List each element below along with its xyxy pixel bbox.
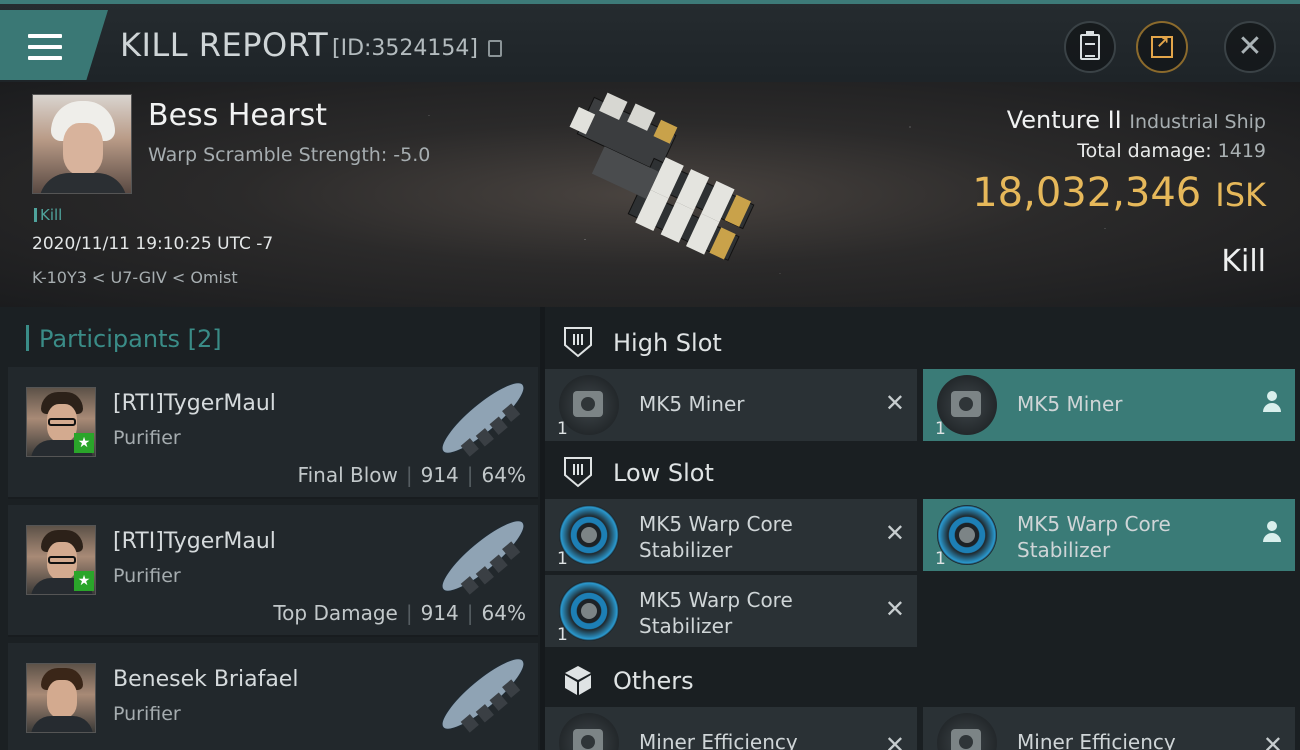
module-quantity: 1 [557, 625, 568, 645]
participant-ship-image [441, 658, 525, 733]
participant-row[interactable]: Benesek Briafael Purifier [8, 643, 538, 750]
module-quantity: 1 [935, 549, 946, 569]
participant-tag: Final Blow [297, 463, 398, 487]
module-quantity: 1 [935, 419, 946, 439]
remove-icon: ✕ [884, 731, 905, 750]
participant-ship-image [441, 382, 525, 457]
high-slot-header: High Slot [545, 311, 1300, 373]
remove-icon: ✕ [1262, 731, 1283, 750]
slot-title: Low Slot [613, 459, 714, 487]
module-quantity: 1 [557, 419, 568, 439]
module-name: MK5 Miner [1017, 392, 1123, 416]
total-damage-label: Total damage: [1077, 140, 1212, 162]
remove-icon: ✕ [884, 595, 905, 623]
copy-icon[interactable] [488, 40, 502, 57]
module-icon [937, 375, 997, 435]
page-title: KILL REPORT [120, 26, 329, 64]
low-slot-header: Low Slot [545, 441, 1300, 503]
victim-name[interactable]: Bess Hearst [148, 98, 327, 133]
module-icon [937, 713, 997, 750]
module-icon [559, 713, 619, 750]
header-bar: KILL REPORT [ID:3524154] ✕ [0, 0, 1300, 82]
clipboard-icon [1080, 31, 1100, 60]
module-quantity: 1 [557, 549, 568, 569]
participant-ship-image [441, 520, 525, 595]
module-name: Miner Efficiency [639, 730, 798, 750]
user-icon [1263, 521, 1281, 545]
module-item[interactable]: 1 MK5 Miner [923, 369, 1295, 441]
module-item[interactable]: Miner Efficiency ✕ [545, 707, 917, 750]
high-slot-icon [564, 327, 592, 358]
kill-location[interactable]: K-10Y3 < U7-GIV < Omist [32, 268, 238, 287]
module-name: MK5 Warp Core Stabilizer [639, 512, 793, 562]
module-item[interactable]: 1 MK5 Warp Core Stabilizer ✕ [545, 499, 917, 571]
participant-percent: 64% [481, 463, 526, 487]
participants-header: Participants [2] [26, 325, 222, 353]
close-button[interactable]: ✕ [1224, 21, 1276, 73]
fitting-panel: High Slot 1 MK5 Miner ✕ 1 MK5 Miner Low … [545, 307, 1300, 750]
kill-datetime: 2020/11/11 19:10:25 UTC -7 [32, 234, 274, 254]
isk-unit: ISK [1215, 176, 1266, 214]
star-icon: ★ [74, 571, 94, 591]
close-icon: ✕ [1237, 29, 1263, 64]
module-name: MK5 Warp Core Stabilizer [1017, 512, 1171, 562]
remove-icon: ✕ [884, 519, 905, 547]
user-icon [1263, 391, 1281, 415]
isk-amount: 18,032,346 [972, 170, 1202, 216]
star-icon: ★ [74, 433, 94, 453]
participants-panel: Participants [2] ★ [RTI]TygerMaul Purifi… [0, 307, 540, 750]
report-id: [ID:3524154] [332, 36, 478, 61]
participant-avatar[interactable] [26, 663, 96, 733]
total-damage-value: 1419 [1217, 140, 1266, 162]
module-icon [559, 505, 619, 565]
participant-row[interactable]: ★ [RTI]TygerMaul Purifier Final Blow | 914… [8, 367, 538, 499]
module-item[interactable]: 1 MK5 Warp Core Stabilizer [923, 499, 1295, 571]
victim-portrait[interactable] [32, 94, 132, 194]
warp-scramble-strength: Warp Scramble Strength: -5.0 [148, 144, 431, 166]
victim-summary: Bess Hearst Warp Scramble Strength: -5.0… [0, 82, 1300, 307]
menu-button[interactable] [0, 10, 108, 80]
module-name: Miner Efficiency [1017, 730, 1176, 750]
share-icon [1151, 33, 1173, 58]
module-name: MK5 Warp Core Stabilizer [639, 588, 793, 638]
low-slot-icon [564, 457, 592, 488]
ship-class-text: Industrial Ship [1129, 111, 1266, 133]
remove-icon: ✕ [884, 389, 905, 417]
ship-name-text: Venture II [1006, 106, 1122, 134]
participant-name[interactable]: Benesek Briafael [113, 667, 298, 692]
participant-stats: Final Blow | 914 | 64% [297, 463, 526, 487]
slot-title: High Slot [613, 329, 722, 357]
participant-ship: Purifier [113, 427, 181, 449]
participant-stats: Top Damage | 914 | 64% [273, 601, 526, 625]
participant-name[interactable]: [RTI]TygerMaul [113, 391, 276, 416]
participant-damage: 914 [420, 463, 459, 487]
module-item[interactable]: 1 MK5 Warp Core Stabilizer ✕ [545, 575, 917, 647]
total-damage: Total damage: 1419 [1077, 140, 1266, 162]
others-header: Others [545, 649, 1300, 711]
module-icon [559, 375, 619, 435]
participant-ship: Purifier [113, 565, 181, 587]
participant-tag: Top Damage [273, 601, 398, 625]
participant-damage: 914 [420, 601, 459, 625]
kill-tag: Kill [34, 206, 62, 224]
victim-ship-name[interactable]: Venture II Industrial Ship [1007, 106, 1266, 134]
module-icon [937, 505, 997, 565]
cube-icon [565, 666, 591, 695]
clipboard-button[interactable] [1064, 21, 1116, 73]
participant-percent: 64% [481, 601, 526, 625]
module-item[interactable]: 1 MK5 Miner ✕ [545, 369, 917, 441]
module-icon [559, 581, 619, 641]
slot-title: Others [613, 667, 694, 695]
participant-name[interactable]: [RTI]TygerMaul [113, 529, 276, 554]
participant-row[interactable]: ★ [RTI]TygerMaul Purifier Top Damage | 914… [8, 505, 538, 637]
share-button[interactable] [1136, 21, 1188, 73]
menu-icon [28, 34, 62, 60]
isk-value: 18,032,346 ISK [972, 170, 1266, 216]
participant-ship: Purifier [113, 703, 181, 725]
module-item[interactable]: Miner Efficiency ✕ [923, 707, 1295, 750]
module-name: MK5 Miner [639, 392, 745, 416]
victim-ship-image[interactable] [530, 92, 780, 292]
kill-result: Kill [1221, 244, 1266, 279]
